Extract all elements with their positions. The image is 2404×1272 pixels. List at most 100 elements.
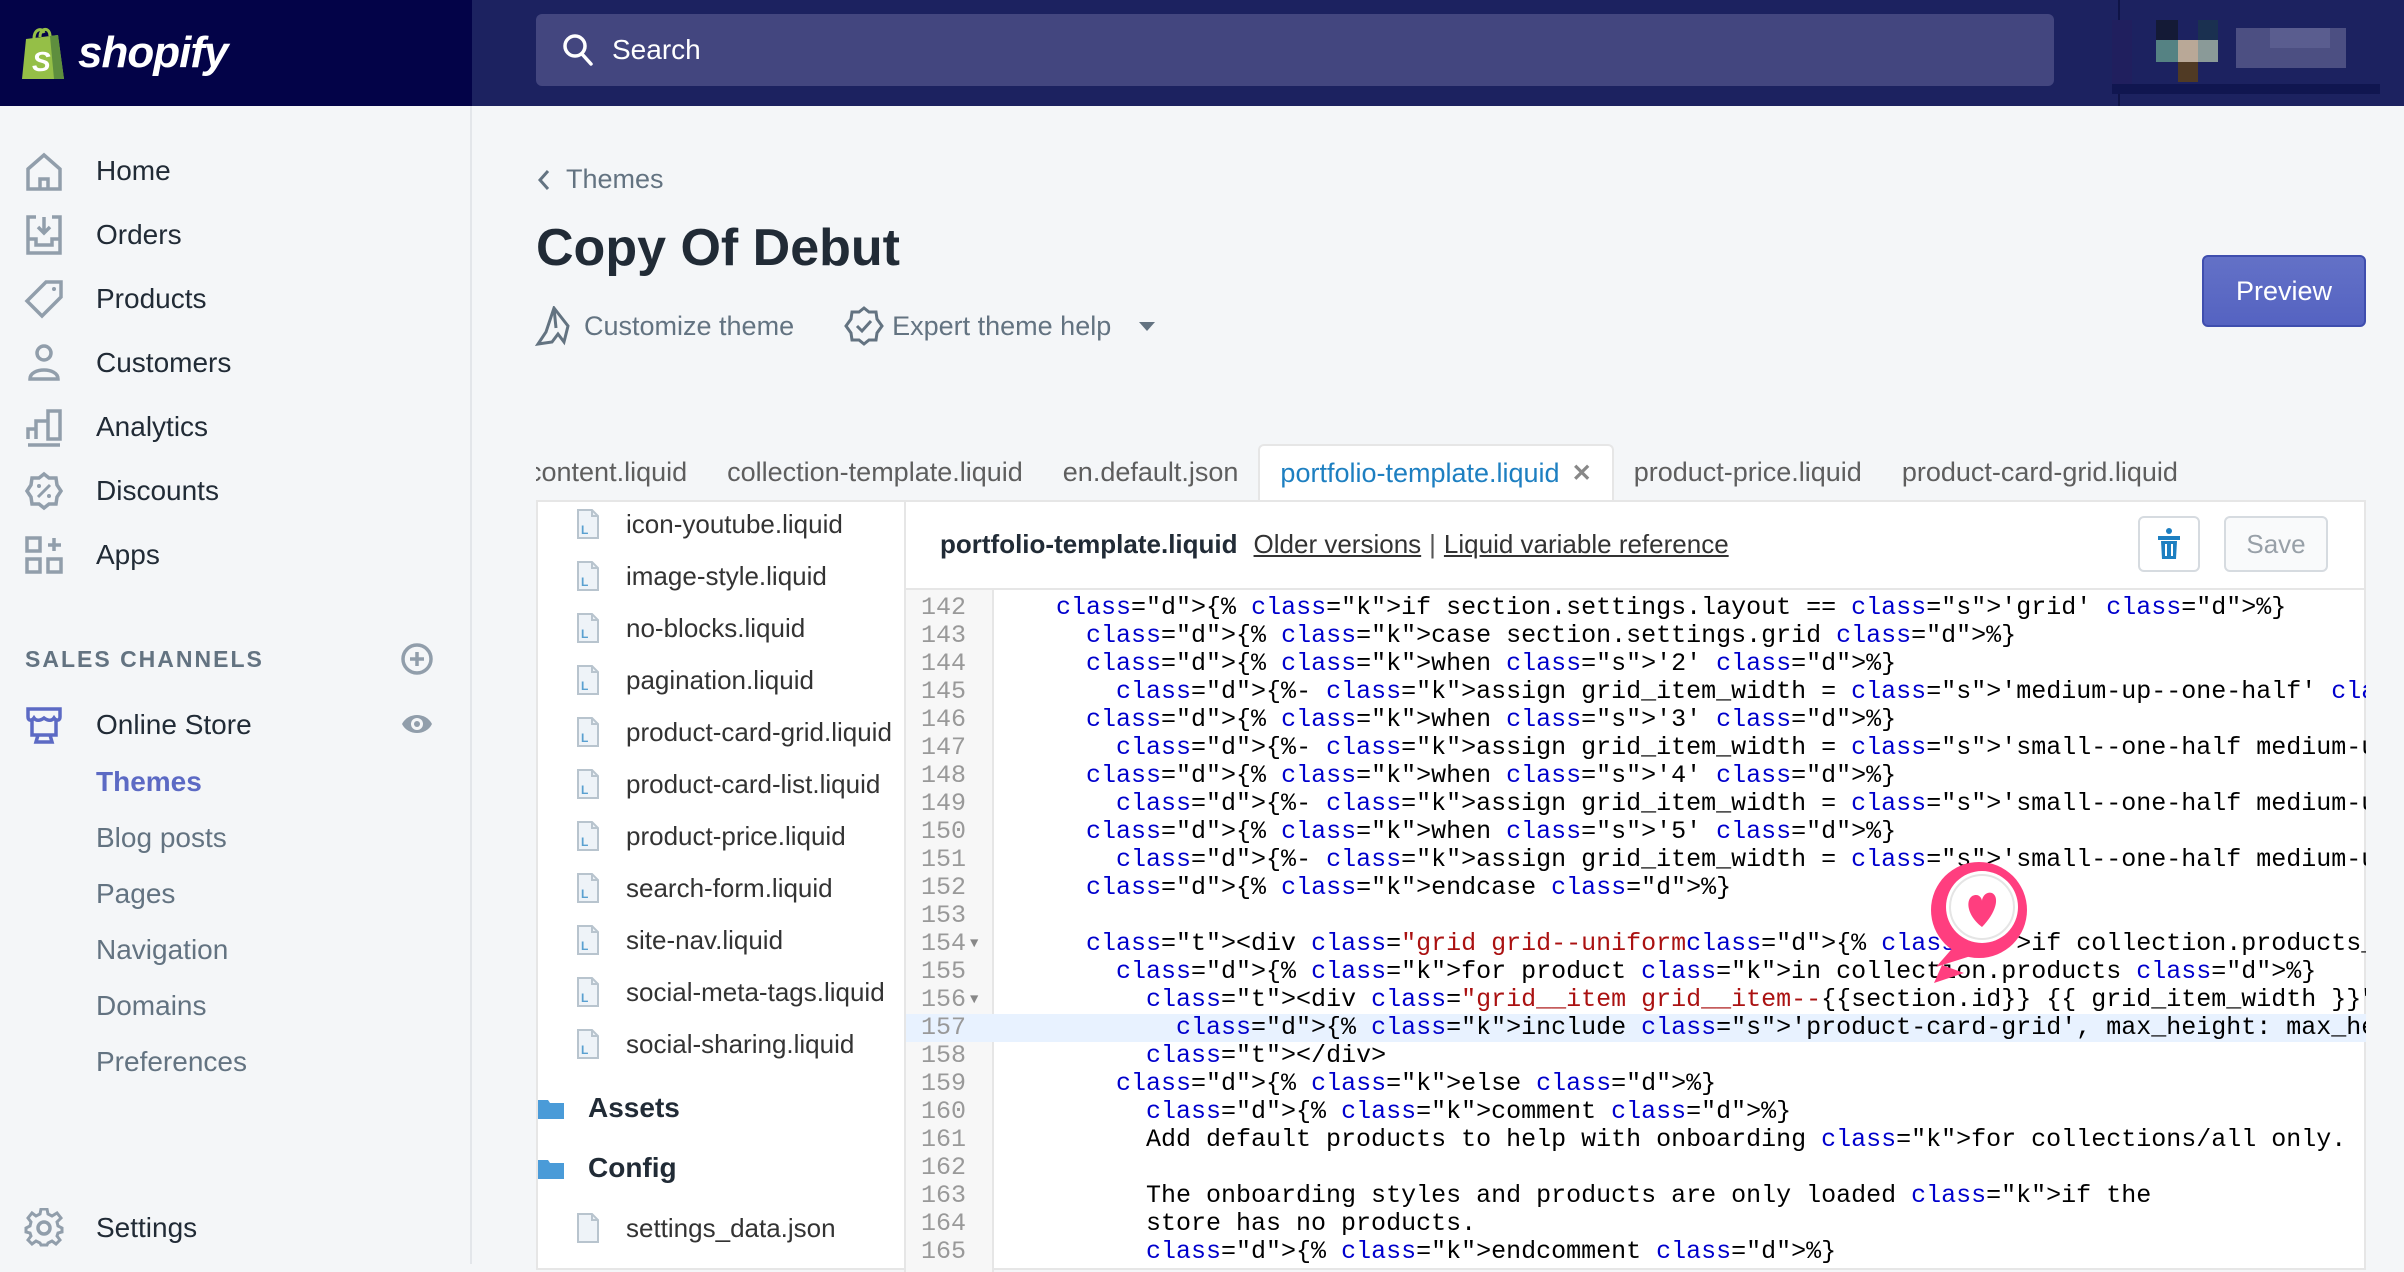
- line-source: class="t"><div class="grid grid--uniform…: [1086, 929, 2366, 958]
- line-number: 151: [920, 845, 966, 874]
- shopify-logo[interactable]: S shopify: [0, 0, 472, 106]
- sidebar-item-label: Home: [96, 155, 171, 186]
- preview-button[interactable]: Preview: [2202, 255, 2366, 327]
- code-line[interactable]: 145 class="d">{%- class="k">assign grid_…: [906, 678, 2366, 706]
- sidebar-subitem-pages[interactable]: Pages: [96, 878, 175, 910]
- folder-config[interactable]: Config: [538, 1146, 677, 1190]
- code-line[interactable]: 148 class="d">{% class="k">when class="s…: [906, 762, 2366, 790]
- search-input[interactable]: Search: [536, 14, 2054, 86]
- svg-text:L: L: [581, 731, 588, 745]
- code-line[interactable]: 144 class="d">{% class="k">when class="s…: [906, 650, 2366, 678]
- delete-file-button[interactable]: [2138, 516, 2200, 572]
- file-item[interactable]: Lproduct-card-list.liquid: [576, 764, 880, 804]
- svg-text:L: L: [581, 783, 588, 797]
- code-line[interactable]: 158 class="t"></div>: [906, 1042, 2366, 1070]
- file-item[interactable]: settings_data.json: [576, 1208, 836, 1248]
- code-line[interactable]: 164 store has no products.: [906, 1210, 2366, 1238]
- older-versions-link[interactable]: Older versions: [1254, 529, 1422, 560]
- sidebar-subitem-navigation[interactable]: Navigation: [96, 934, 228, 966]
- customize-theme-button[interactable]: Customize theme: [534, 306, 794, 346]
- sidebar-subitem-preferences[interactable]: Preferences: [96, 1046, 247, 1078]
- code-area[interactable]: 142 class="d">{% class="k">if section.se…: [906, 588, 2366, 1272]
- line-number: 143: [920, 621, 966, 650]
- search-icon: [563, 34, 593, 66]
- file-name: pagination.liquid: [626, 664, 814, 695]
- file-tree[interactable]: Licon-youtube.liquid Limage-style.liquid L…: [538, 502, 906, 1272]
- file-item[interactable]: Lno-blocks.liquid: [576, 608, 805, 648]
- fold-arrow-icon[interactable]: ▼: [970, 986, 978, 1014]
- tab-en-default-json[interactable]: en.default.json: [1043, 444, 1259, 500]
- sidebar-item-customers[interactable]: Customers: [24, 338, 231, 388]
- code-line[interactable]: 150 class="d">{% class="k">when class="s…: [906, 818, 2366, 846]
- sidebar-item-orders[interactable]: Orders: [24, 210, 182, 260]
- line-source: class="d">{%- class="k">assign grid_item…: [1116, 677, 2366, 706]
- heart-pin-icon[interactable]: [1924, 855, 2034, 985]
- tab-collection-template[interactable]: collection-template.liquid: [707, 444, 1043, 500]
- line-number: 148: [920, 761, 966, 790]
- line-number: 155: [920, 957, 966, 986]
- view-online-store-button[interactable]: [400, 710, 434, 743]
- line-number: 157: [920, 1013, 966, 1042]
- code-line[interactable]: 149 class="d">{%- class="k">assign grid_…: [906, 790, 2366, 818]
- save-button[interactable]: Save: [2224, 516, 2328, 572]
- sidebar-item-online-store[interactable]: Online Store: [24, 700, 252, 750]
- code-line[interactable]: 162: [906, 1154, 2366, 1182]
- sidebar-subitem-themes[interactable]: Themes: [96, 766, 202, 798]
- code-line[interactable]: 155 class="d">{% class="k">for product c…: [906, 958, 2366, 986]
- file-item[interactable]: Lsearch-form.liquid: [576, 868, 833, 908]
- code-line[interactable]: 152 class="d">{% class="k">endcase class…: [906, 874, 2366, 902]
- file-item[interactable]: Lproduct-price.liquid: [576, 816, 846, 856]
- file-item[interactable]: Lsocial-sharing.liquid: [576, 1024, 854, 1064]
- person-icon: [24, 343, 64, 383]
- svg-text:L: L: [581, 627, 588, 641]
- folder-assets[interactable]: Assets: [538, 1086, 680, 1130]
- line-source: class="d">{% class="k">case section.sett…: [1086, 621, 2017, 650]
- code-line[interactable]: 165 class="d">{% class="k">endcomment cl…: [906, 1238, 2366, 1266]
- sidebar-item-home[interactable]: Home: [24, 146, 171, 196]
- tab-product-card-grid[interactable]: product-card-grid.liquid: [1882, 444, 2198, 500]
- liquid-reference-link[interactable]: Liquid variable reference: [1444, 529, 1729, 560]
- code-line[interactable]: 146 class="d">{% class="k">when class="s…: [906, 706, 2366, 734]
- code-line[interactable]: 153: [906, 902, 2366, 930]
- expert-theme-help-button[interactable]: Expert theme help: [844, 306, 1161, 346]
- code-line[interactable]: 161 Add default products to help with on…: [906, 1126, 2366, 1154]
- code-line[interactable]: 151 class="d">{%- class="k">assign grid_…: [906, 846, 2366, 874]
- code-line[interactable]: 157 class="d">{% class="k">include class…: [906, 1014, 2366, 1042]
- code-line[interactable]: 143 class="d">{% class="k">case section.…: [906, 622, 2366, 650]
- code-line[interactable]: 159 class="d">{% class="k">else class="d…: [906, 1070, 2366, 1098]
- line-number: 161: [920, 1125, 966, 1154]
- file-item[interactable]: Licon-youtube.liquid: [576, 504, 843, 544]
- file-item[interactable]: Limage-style.liquid: [576, 556, 827, 596]
- tab-portfolio-template[interactable]: portfolio-template.liquid ✕: [1258, 444, 1614, 500]
- code-line[interactable]: 154 ▼ class="t"><div class="grid grid--un…: [906, 930, 2366, 958]
- file-item[interactable]: Lproduct-card-grid.liquid: [576, 712, 892, 752]
- sidebar-item-products[interactable]: Products: [24, 274, 207, 324]
- sidebar-item-analytics[interactable]: Analytics: [24, 402, 208, 452]
- line-source: class="d">{% class="k">when class="s">'3…: [1086, 705, 1897, 734]
- close-tab-icon[interactable]: ✕: [1572, 459, 1592, 488]
- code-line[interactable]: 163 The onboarding styles and products a…: [906, 1182, 2366, 1210]
- breadcrumb-back-themes[interactable]: Themes: [534, 164, 664, 195]
- code-line[interactable]: 147 class="d">{%- class="k">assign grid_…: [906, 734, 2366, 762]
- file-item[interactable]: Lpagination.liquid: [576, 660, 814, 700]
- sidebar-item-label: Products: [96, 283, 207, 314]
- line-number: 142: [920, 593, 966, 622]
- tab-product-price[interactable]: product-price.liquid: [1614, 444, 1882, 500]
- add-sales-channel-button[interactable]: [400, 642, 434, 681]
- sidebar-subitem-blog-posts[interactable]: Blog posts: [96, 822, 227, 854]
- file-item[interactable]: Lsocial-meta-tags.liquid: [576, 972, 885, 1012]
- fold-arrow-icon[interactable]: ▼: [970, 930, 978, 958]
- account-avatar[interactable]: [2110, 14, 2382, 96]
- sidebar-item-apps[interactable]: Apps: [24, 530, 160, 580]
- line-number: 146: [920, 705, 966, 734]
- code-line[interactable]: 160 class="d">{% class="k">comment class…: [906, 1098, 2366, 1126]
- code-line[interactable]: 156 ▼ class="t"><div class="grid__item gr…: [906, 986, 2366, 1014]
- sidebar-item-discounts[interactable]: Discounts: [24, 466, 219, 516]
- code-line[interactable]: 142 class="d">{% class="k">if section.se…: [906, 594, 2366, 622]
- sidebar-item-settings[interactable]: Settings: [24, 1203, 197, 1253]
- file-item[interactable]: Lsite-nav.liquid: [576, 920, 783, 960]
- gear-icon: [24, 1208, 64, 1248]
- sidebar-subitem-domains[interactable]: Domains: [96, 990, 206, 1022]
- tab-content-liquid[interactable]: content.liquid: [536, 444, 707, 500]
- liquid-file-icon: L: [577, 717, 599, 747]
